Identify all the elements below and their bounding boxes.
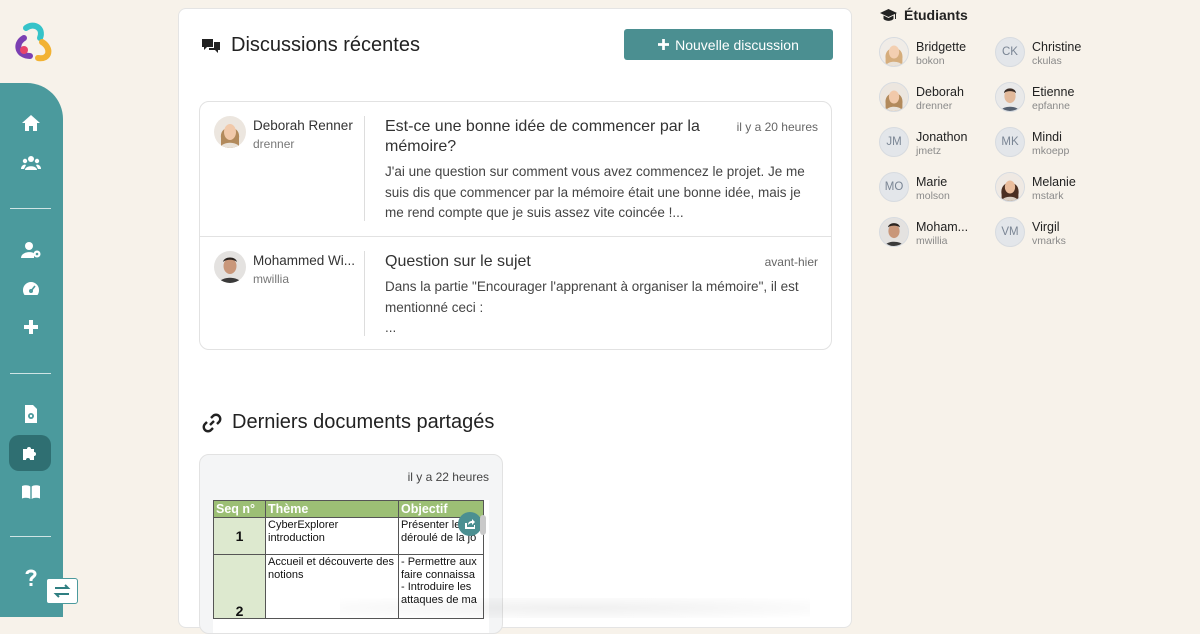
avatar-initials: MO bbox=[879, 172, 909, 202]
avatar bbox=[879, 37, 909, 67]
avatar bbox=[879, 82, 909, 112]
students-header: Étudiants bbox=[880, 7, 968, 23]
student-item[interactable]: VM Virgil vmarks bbox=[995, 217, 1105, 253]
student-item[interactable]: Moham... mwillia bbox=[879, 217, 989, 253]
student-item[interactable]: Deborah drenner bbox=[879, 82, 989, 118]
avatar-initials: CK bbox=[995, 37, 1025, 67]
avatar-initials: VM bbox=[995, 217, 1025, 247]
avatar bbox=[995, 82, 1025, 112]
student-item[interactable]: MO Marie molson bbox=[879, 172, 989, 208]
avatar bbox=[879, 217, 909, 247]
student-item[interactable]: Melanie mstark bbox=[995, 172, 1105, 208]
student-handle: mwillia bbox=[916, 235, 948, 247]
documents-header: Derniers documents partagés bbox=[202, 411, 494, 434]
student-handle: drenner bbox=[916, 100, 953, 112]
student-handle: mkoepp bbox=[1032, 145, 1070, 157]
graduation-cap-icon bbox=[880, 8, 897, 21]
student-name: Christine bbox=[1032, 40, 1082, 54]
discussion-author-handle: drenner bbox=[253, 137, 295, 151]
students-title: Étudiants bbox=[904, 7, 968, 23]
book-icon[interactable] bbox=[12, 477, 50, 507]
divider bbox=[364, 116, 365, 221]
sidebar-divider bbox=[10, 373, 51, 374]
discussions-header: Discussions récentes bbox=[201, 34, 420, 57]
discussion-list: Deborah Renner drenner Est-ce une bonne … bbox=[199, 101, 832, 350]
student-name: Jonathon bbox=[916, 130, 968, 144]
share-icon[interactable] bbox=[458, 512, 482, 536]
student-item[interactable]: JM Jonathon jmetz bbox=[879, 127, 989, 163]
student-name: Marie bbox=[916, 175, 948, 189]
student-name: Etienne bbox=[1032, 85, 1075, 99]
switch-arrows-icon[interactable] bbox=[46, 578, 78, 604]
divider bbox=[364, 251, 365, 336]
avatar bbox=[214, 251, 246, 283]
documents-title: Derniers documents partagés bbox=[232, 411, 495, 433]
student-name: Moham... bbox=[916, 220, 969, 234]
scroll-shadow bbox=[340, 598, 810, 618]
avatar-initials: JM bbox=[879, 127, 909, 157]
student-name: Melanie bbox=[1032, 175, 1076, 189]
app-logo[interactable] bbox=[12, 20, 56, 64]
discussion-time: il y a 20 heures bbox=[736, 120, 818, 134]
users-icon[interactable] bbox=[12, 148, 50, 178]
student-handle: jmetz bbox=[916, 145, 942, 157]
discussion-title[interactable]: Question sur le sujet bbox=[385, 252, 715, 272]
puzzle-icon[interactable] bbox=[9, 435, 51, 471]
student-item[interactable]: MK Mindi mkoepp bbox=[995, 127, 1105, 163]
student-handle: mstark bbox=[1032, 190, 1064, 202]
student-name: Mindi bbox=[1032, 130, 1062, 144]
student-name: Virgil bbox=[1032, 220, 1060, 234]
student-handle: vmarks bbox=[1032, 235, 1066, 247]
link-icon bbox=[202, 413, 222, 432]
new-discussion-button[interactable]: Nouvelle discussion bbox=[624, 29, 833, 60]
discussion-author[interactable]: Mohammed Wi... bbox=[253, 253, 358, 268]
student-handle: ckulas bbox=[1032, 55, 1062, 67]
document-time: il y a 22 heures bbox=[407, 470, 489, 484]
student-handle: epfanne bbox=[1032, 100, 1070, 112]
student-handle: bokon bbox=[916, 55, 945, 67]
student-name: Bridgette bbox=[916, 40, 967, 54]
main-panel: Discussions récentes Nouvelle discussion… bbox=[178, 8, 852, 634]
sidebar-divider bbox=[10, 208, 51, 209]
comments-icon bbox=[202, 38, 220, 53]
help-icon[interactable] bbox=[12, 563, 50, 593]
student-item[interactable]: Bridgette bokon bbox=[879, 37, 989, 73]
student-item[interactable]: CK Christine ckulas bbox=[995, 37, 1105, 73]
dashboard-icon[interactable] bbox=[12, 274, 50, 304]
student-handle: molson bbox=[916, 190, 950, 202]
user-settings-icon[interactable] bbox=[12, 235, 50, 265]
avatar bbox=[995, 172, 1025, 202]
plus-icon[interactable] bbox=[12, 312, 50, 342]
home-icon[interactable] bbox=[12, 108, 50, 138]
sidebar-divider bbox=[10, 536, 51, 537]
file-settings-icon[interactable] bbox=[12, 399, 50, 429]
preview-scrollbar[interactable] bbox=[480, 515, 486, 535]
avatar-initials: MK bbox=[995, 127, 1025, 157]
discussion-title[interactable]: Est-ce une bonne idée de commencer par l… bbox=[385, 117, 715, 157]
sidebar bbox=[0, 83, 63, 617]
discussion-item[interactable]: Deborah Renner drenner Est-ce une bonne … bbox=[200, 102, 831, 236]
plus-icon bbox=[658, 39, 670, 50]
discussion-author[interactable]: Deborah Renner bbox=[253, 118, 358, 133]
student-item[interactable]: Etienne epfanne bbox=[995, 82, 1105, 118]
discussion-time: avant-hier bbox=[764, 255, 818, 269]
student-name: Deborah bbox=[916, 85, 964, 99]
discussion-excerpt: Dans la partie "Encourager l'apprenant à… bbox=[385, 279, 799, 335]
avatar bbox=[214, 116, 246, 148]
discussion-author-handle: mwillia bbox=[253, 272, 289, 286]
discussion-excerpt: J'ai une question sur comment vous avez … bbox=[385, 164, 805, 220]
discussion-item[interactable]: Mohammed Wi... mwillia Question sur le s… bbox=[200, 236, 831, 349]
discussions-title: Discussions récentes bbox=[231, 34, 420, 56]
